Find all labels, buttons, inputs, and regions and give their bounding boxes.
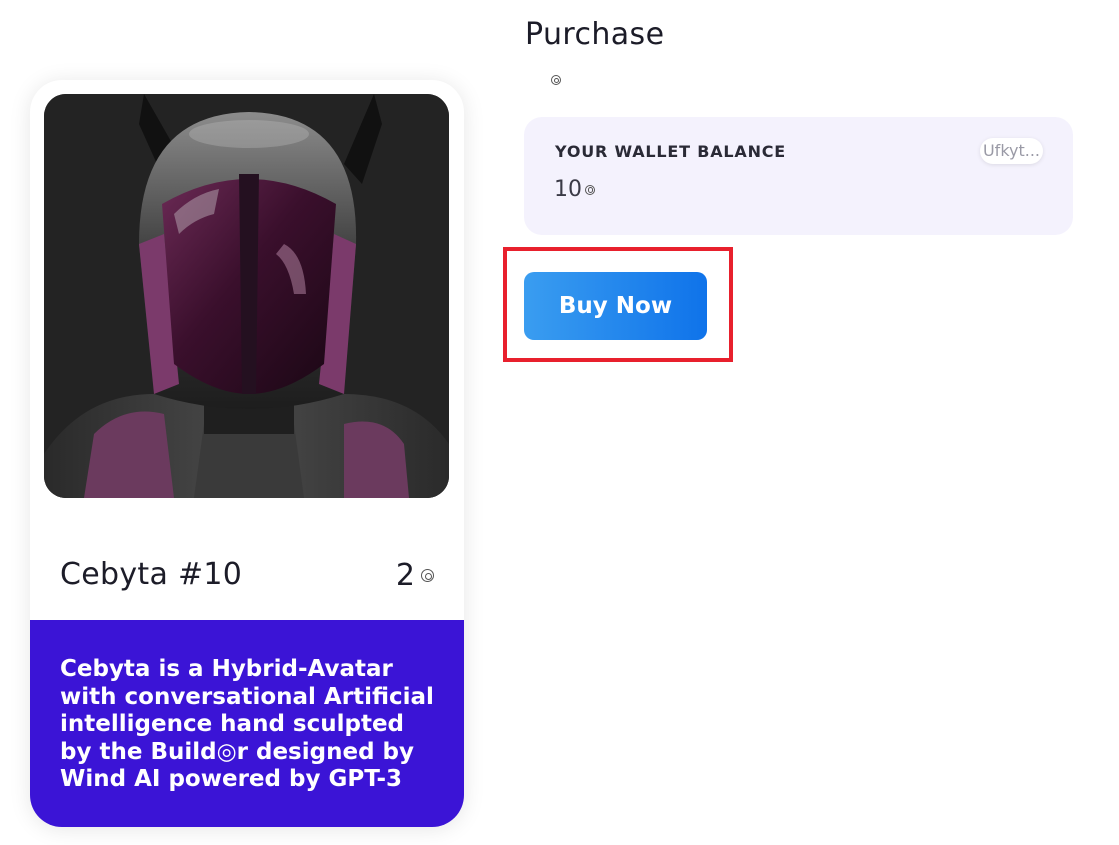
wallet-balance-value: 10 bbox=[554, 177, 595, 202]
nft-description: Cebyta is a Hybrid-Avatar with conversat… bbox=[30, 620, 464, 827]
wallet-balance-panel: YOUR WALLET BALANCE Ufkyt... 10 bbox=[524, 117, 1073, 235]
nft-price: 2 bbox=[396, 558, 434, 593]
purchase-title: Purchase bbox=[525, 17, 665, 52]
wallet-balance-label: YOUR WALLET BALANCE bbox=[555, 142, 787, 161]
coin-icon bbox=[585, 184, 595, 195]
nft-card: Cebyta #10 2 Cebyta is a Hybrid-Avatar w… bbox=[30, 80, 464, 827]
buy-now-button[interactable]: Buy Now bbox=[524, 272, 707, 340]
avatar-image bbox=[44, 94, 449, 498]
robot-helmet-illustration bbox=[44, 94, 449, 498]
wallet-address-chip[interactable]: Ufkyt... bbox=[980, 138, 1043, 164]
nft-title: Cebyta #10 bbox=[60, 557, 243, 592]
coin-icon bbox=[421, 569, 434, 582]
coin-icon bbox=[551, 70, 561, 89]
wallet-balance-amount: 10 bbox=[554, 177, 582, 202]
nft-price-value: 2 bbox=[395, 558, 415, 593]
